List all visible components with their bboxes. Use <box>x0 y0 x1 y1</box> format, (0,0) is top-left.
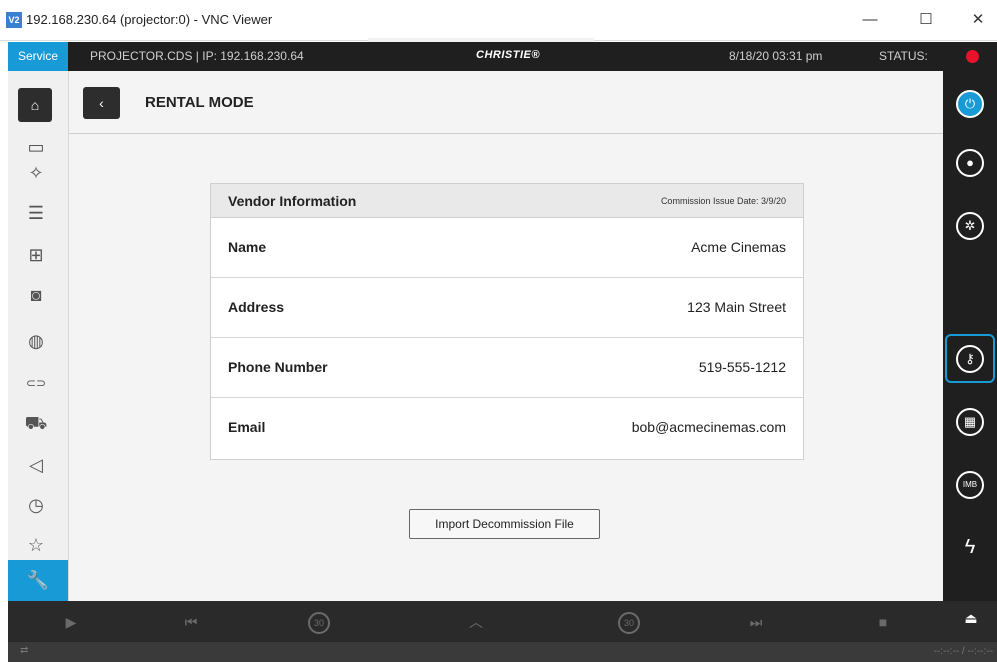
service-mode-badge[interactable]: Service <box>8 42 68 71</box>
vendor-information-panel: Vendor Information Commission Issue Date… <box>210 183 804 460</box>
home-icon[interactable]: ⌂ <box>18 88 52 122</box>
vendor-panel-title: Vendor Information <box>228 193 357 209</box>
play-icon[interactable]: ▶ <box>58 612 84 632</box>
skip-forward-icon[interactable]: ⏭ <box>743 612 769 632</box>
vendor-row-address: Address 123 Main Street <box>211 278 803 338</box>
right-sidebar: ⏻ ● ✲ ⚷ ▦ IMB ϟ <box>943 71 997 601</box>
checklist-icon[interactable]: ☰ <box>22 199 50 227</box>
timecode: --:--:-- / --:--:-- <box>933 646 993 657</box>
link-icon[interactable]: ⊂⊃ <box>22 369 50 397</box>
window-title: 192.168.230.64 (projector:0) - VNC Viewe… <box>26 12 273 27</box>
server-icon[interactable]: ◍ <box>22 327 50 355</box>
shutter-icon[interactable]: ✲ <box>956 212 984 240</box>
clock-icon[interactable]: ◷ <box>22 491 50 519</box>
stop-icon[interactable]: ■ <box>870 612 896 632</box>
top-status-bar: Service PROJECTOR.CDS | IP: 192.168.230.… <box>8 42 997 71</box>
page-title: RENTAL MODE <box>145 94 254 111</box>
power-icon[interactable]: ⏻ <box>956 90 984 118</box>
vendor-row-phone: Phone Number 519-555-1212 <box>211 338 803 398</box>
vendor-panel-header: Vendor Information Commission Issue Date… <box>211 184 803 218</box>
eject-icon[interactable]: ⏏ <box>961 610 981 632</box>
date-time: 8/18/20 03:31 pm <box>729 49 823 63</box>
status-indicator[interactable] <box>966 50 979 63</box>
test-pattern-icon[interactable]: ▦ <box>956 408 984 436</box>
chevron-up-icon[interactable]: ︿ <box>463 612 489 632</box>
vendor-row-label: Email <box>228 419 266 435</box>
vendor-row-value: bob@acmecinemas.com <box>631 419 786 435</box>
speaker-icon[interactable]: ◁ <box>22 451 50 479</box>
favorites-icon[interactable]: ☆ <box>22 531 50 559</box>
wrench-icon[interactable]: 🔧 <box>8 560 68 601</box>
transport-bar: ▶ ⏮ 30 ︿ 30 ⏭ ■ ⏏ <box>8 601 997 642</box>
vendor-row-value: Acme Cinemas <box>691 239 786 255</box>
minimize-button[interactable]: — <box>855 8 885 32</box>
playback-status-bar: ⇄ --:--:-- / --:--:-- <box>8 642 997 662</box>
lamp-icon[interactable]: ● <box>956 149 984 177</box>
sparkle-icon[interactable]: ✧ <box>22 159 50 187</box>
main-content: ‹ RENTAL MODE Vendor Information Commiss… <box>69 71 943 601</box>
vendor-row-value: 519-555-1212 <box>698 359 786 375</box>
imb-icon[interactable]: IMB <box>956 471 984 499</box>
vendor-row-value: 123 Main Street <box>687 299 786 315</box>
commission-issue-date: Commission Issue Date: 3/9/20 <box>660 196 786 206</box>
display-layout-icon[interactable]: ▭ <box>22 133 50 161</box>
maximize-button[interactable]: ☐ <box>911 8 941 32</box>
projector-info: PROJECTOR.CDS | IP: 192.168.230.64 <box>90 49 304 63</box>
power-settings-icon[interactable]: ϟ <box>956 533 984 561</box>
key-icon[interactable]: ⚷ <box>956 345 984 373</box>
projector-icon[interactable]: ⛟ <box>22 409 50 437</box>
back-button[interactable]: ‹ <box>83 87 120 119</box>
left-sidebar: ⌂ ▭ ✧ ☰ ⊞ ◙ ◍ ⊂⊃ ⛟ ◁ ◷ ☆ 🔧 <box>8 71 69 601</box>
christie-logo: CHRISTIE® <box>476 49 540 61</box>
window-titlebar: V2 192.168.230.64 (projector:0) - VNC Vi… <box>0 0 997 42</box>
vendor-row-email: Email bob@acmecinemas.com <box>211 398 803 457</box>
status-label: STATUS: <box>879 49 928 63</box>
forward-30-icon[interactable]: 30 <box>618 612 640 634</box>
vendor-row-label: Phone Number <box>228 359 328 375</box>
vendor-row-label: Address <box>228 299 285 315</box>
loop-icon[interactable]: ⇄ <box>20 645 28 656</box>
page-header: ‹ RENTAL MODE <box>69 71 943 134</box>
network-icon[interactable]: ⊞ <box>22 241 50 269</box>
vendor-row-label: Name <box>228 239 267 255</box>
rewind-30-icon[interactable]: 30 <box>308 612 330 634</box>
vnc-logo-icon: V2 <box>6 12 22 28</box>
import-decommission-file-button[interactable]: Import Decommission File <box>409 509 600 539</box>
storage-icon[interactable]: ◙ <box>22 281 50 309</box>
close-button[interactable]: ✕ <box>963 8 993 32</box>
vendor-row-name: Name Acme Cinemas <box>211 218 803 278</box>
skip-back-icon[interactable]: ⏮ <box>178 612 204 632</box>
